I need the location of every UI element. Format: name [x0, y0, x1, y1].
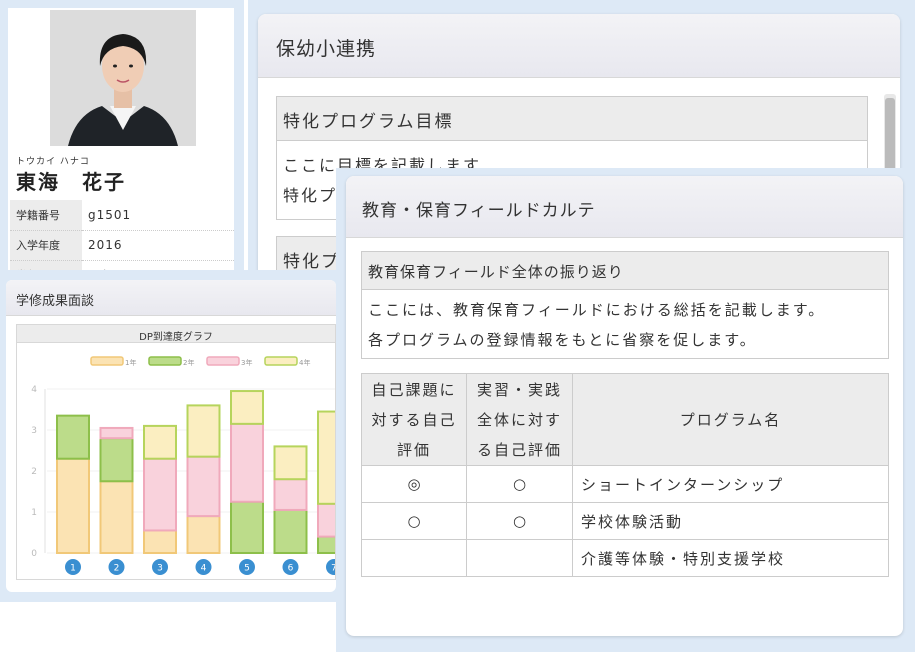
enroll-year-value: 2016 — [82, 230, 234, 261]
karte-card: 教育・保育フィールドカルテ 教育保育フィールド全体の振り返り ここには、教育保育… — [346, 176, 903, 636]
profile-photo — [50, 10, 196, 146]
evaluation-table: 自己課題に 対する自己 評価 実習・実践 全体に対す る自己評価 プログラム名 … — [361, 373, 889, 577]
legend-label: 1年 — [125, 358, 136, 367]
y-tick-label: 4 — [31, 385, 37, 395]
profile-inner: トウカイ ハナコ 東海 花子 学籍番号 g1501 入学年度 2016 学年 ４… — [8, 8, 234, 291]
bar-segment — [143, 457, 177, 532]
bar-segment — [317, 502, 335, 538]
review-line: ここには、教育保育フィールドにおける総括を記載します。 — [368, 301, 826, 319]
y-tick-label: 2 — [31, 467, 37, 477]
header-line: 評価 — [396, 440, 431, 459]
bar-segment — [143, 424, 177, 460]
legend-swatch — [90, 356, 124, 366]
review-line: 各プログラムの登録情報をもとに省察を促します。 — [368, 331, 757, 349]
bar-segment — [99, 437, 134, 483]
y-tick-label: 1 — [31, 508, 37, 518]
col-self-task-eval: 自己課題に 対する自己 評価 — [361, 373, 467, 466]
dp-chart: DP到達度グラフ 0 1 2 3 4 1年 2年 3年 4年 1 2 3 4 5 6 7 — [16, 324, 336, 580]
karte-title: 教育・保育フィールドカルテ — [346, 176, 903, 238]
gakushu-card: 学修成果面談 DP到達度グラフ 0 1 2 3 4 1年 2年 3年 4年 1 2 3 4 5 6 7 — [6, 280, 336, 592]
chart-title: DP到達度グラフ — [17, 325, 335, 343]
table-row: ◎ ○ ショートインターンシップ — [361, 465, 889, 503]
category-label: 1 — [70, 564, 76, 574]
karte-panel: 教育・保育フィールドカルテ 教育保育フィールド全体の振り返り ここには、教育保育… — [336, 168, 915, 652]
bar-segment — [230, 390, 264, 425]
program-name-cell: 介護等体験・特別支援学校 — [572, 539, 889, 577]
bar-segment — [99, 426, 134, 440]
category-label: 4 — [201, 564, 207, 574]
eval-cell — [466, 539, 573, 577]
y-tick-label: 3 — [31, 426, 37, 436]
chart-svg: 0 1 2 3 4 1年 2年 3年 4年 1 2 3 4 5 6 7 — [31, 356, 335, 575]
gakushu-panel: 学修成果面談 DP到達度グラフ 0 1 2 3 4 1年 2年 3年 4年 1 2 3 4 5 6 7 — [0, 270, 345, 602]
table-row: 学籍番号 g1501 — [10, 200, 234, 231]
category-label: 2 — [114, 564, 120, 574]
eval-cell: ○ — [361, 502, 467, 540]
category-label: 6 — [288, 564, 294, 574]
student-id-label: 学籍番号 — [10, 200, 82, 231]
category-label: 3 — [157, 564, 163, 574]
bar-segment — [99, 480, 134, 554]
bar-segment — [273, 478, 308, 511]
bar-segment — [56, 457, 90, 554]
eval-cell: ◎ — [361, 465, 467, 503]
program-name-cell: ショートインターンシップ — [572, 465, 889, 503]
category-label: 7 — [331, 564, 335, 574]
person-photo-icon — [50, 10, 196, 146]
col-program-name: プログラム名 — [572, 373, 889, 466]
review-box: 教育保育フィールド全体の振り返り ここには、教育保育フィールドにおける総括を記載… — [361, 251, 889, 359]
legend-swatch — [148, 356, 182, 366]
bar-segment — [186, 455, 221, 518]
eval-cell: ○ — [466, 465, 573, 503]
bar-segment — [230, 500, 264, 554]
legend-swatch — [264, 356, 298, 366]
review-body: ここには、教育保育フィールドにおける総括を記載します。 各プログラムの登録情報を… — [362, 290, 888, 355]
bar-segment — [317, 410, 335, 505]
legend-label: 4年 — [299, 358, 310, 367]
table-row: 介護等体験・特別支援学校 — [361, 539, 889, 577]
legend-swatch — [206, 356, 240, 366]
header-line: 実習・実践 — [476, 380, 562, 399]
table-header-row: 自己課題に 対する自己 評価 実習・実践 全体に対す る自己評価 プログラム名 — [361, 373, 889, 466]
enroll-year-label: 入学年度 — [10, 230, 82, 261]
renkei-title: 保幼小連携 — [258, 14, 900, 78]
table-row: ○ ○ 学校体験活動 — [361, 502, 889, 540]
bar-segment — [317, 535, 335, 555]
col-practice-eval: 実習・実践 全体に対す る自己評価 — [466, 373, 573, 466]
y-tick-label: 0 — [31, 549, 37, 559]
legend-label: 2年 — [183, 358, 194, 367]
header-line: 自己課題に — [371, 380, 457, 399]
program-name-cell: 学校体験活動 — [572, 502, 889, 540]
eval-cell: ○ — [466, 502, 573, 540]
bar-segment — [273, 445, 308, 481]
bar-segment — [56, 414, 90, 460]
goal-header: 特化プログラム目標 — [277, 97, 867, 141]
bar-segment — [186, 404, 221, 458]
bar-segment — [143, 529, 177, 554]
student-id-value: g1501 — [82, 200, 234, 231]
legend-label: 3年 — [241, 358, 252, 367]
header-line: る自己評価 — [476, 440, 562, 459]
bar-segment — [273, 508, 308, 554]
student-name: 東海 花子 — [16, 170, 126, 194]
header-line: 対する自己 — [371, 410, 457, 429]
gakushu-title: 学修成果面談 — [6, 280, 336, 316]
eval-cell — [361, 539, 467, 577]
category-label: 5 — [244, 564, 250, 574]
profile-card: トウカイ ハナコ 東海 花子 学籍番号 g1501 入学年度 2016 学年 ４… — [0, 0, 244, 291]
bar-segment — [186, 515, 221, 555]
header-line: 全体に対す — [476, 410, 562, 429]
table-row: 入学年度 2016 — [10, 230, 234, 261]
review-header: 教育保育フィールド全体の振り返り — [362, 252, 888, 290]
bar-segment — [230, 422, 264, 503]
